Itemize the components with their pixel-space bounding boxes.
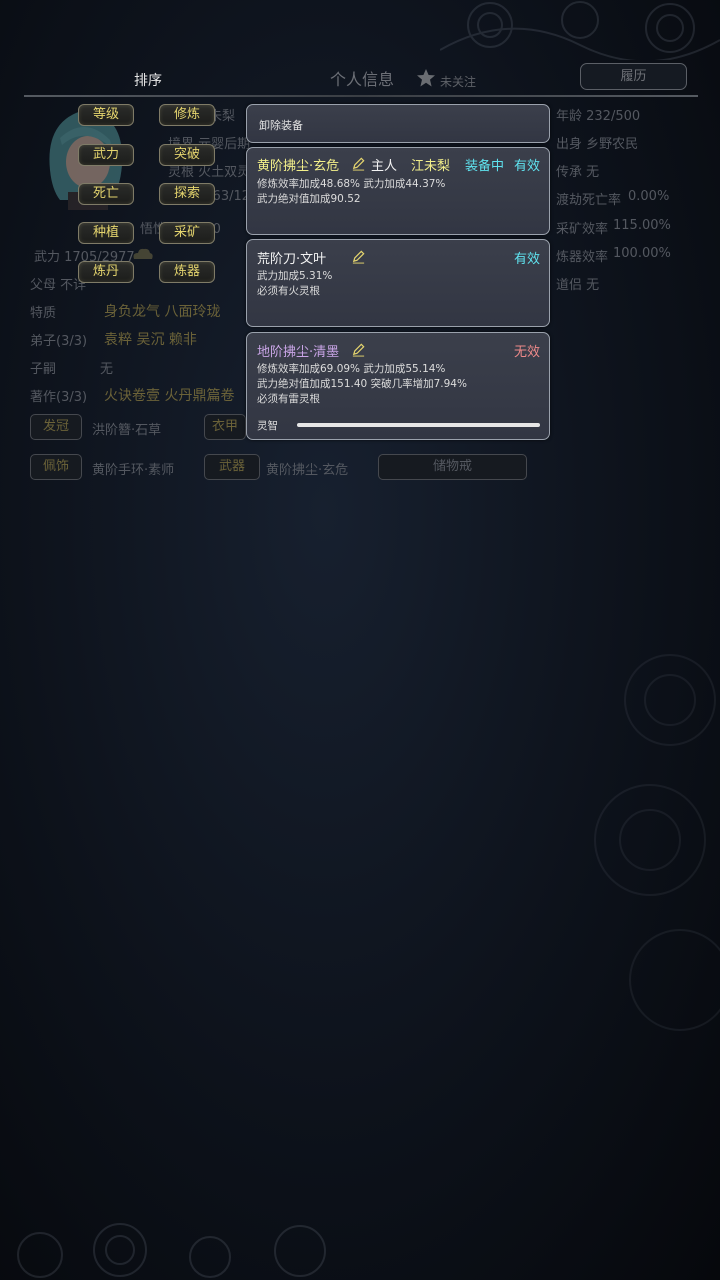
validity-status: 无效 [513, 345, 540, 360]
item-stat-line: 武力加成5.31% [257, 270, 333, 282]
equipment-card[interactable]: 地阶拂尘·清墨 无效 修炼效率加成69.09% 武力加成55.14% 武力绝对值… [246, 332, 550, 440]
traits-value: 身负龙气 八面玲珑 [104, 304, 221, 320]
equipment-card[interactable]: 荒阶刀·文叶 有效 武力加成5.31% 必须有火灵根 [246, 239, 550, 327]
page-title: 个人信息 [329, 70, 394, 89]
item-stat-line: 武力绝对值加成151.40 突破几率增加7.94% [257, 378, 467, 390]
item-stat-line: 修炼效率加成69.09% 武力加成55.14% [257, 363, 446, 375]
forge-label: 炼器效率 [556, 250, 609, 265]
sort-alchemy-button[interactable]: 炼丹 [78, 261, 134, 283]
traits-label: 特质 [30, 306, 57, 321]
pencil-icon[interactable] [351, 156, 366, 171]
item-stat-line: 武力绝对值加成90.52 [257, 193, 361, 205]
weapon-item: 黄阶拂尘·玄危 [266, 463, 349, 478]
heir-value: 无 [100, 362, 114, 377]
star-icon[interactable] [416, 68, 436, 88]
item-stat-line: 修炼效率加成48.68% 武力加成44.37% [257, 178, 446, 190]
age-text: 年龄 232/500 [556, 109, 641, 124]
sort-mining-button[interactable]: 采矿 [159, 222, 215, 244]
inheritance-text: 传承 无 [556, 165, 600, 180]
header-divider [24, 95, 698, 97]
works-label: 著作(3/3) [30, 390, 88, 405]
sort-breakthrough-button[interactable]: 突破 [159, 144, 215, 166]
owner-name: 江未梨 [411, 159, 451, 174]
item-name: 黄阶拂尘·玄危 [257, 159, 340, 174]
mining-value: 115.00% [613, 218, 671, 233]
item-requirement: 必须有雷灵根 [257, 393, 320, 405]
accessory-item: 黄阶手环·素师 [92, 463, 175, 478]
validity-status: 有效 [513, 159, 540, 174]
origin-text: 出身 乡野农民 [556, 137, 639, 152]
storage-ring-button[interactable]: 储物戒 [378, 454, 527, 480]
heir-label: 子嗣 [30, 362, 57, 377]
crown-slot-button[interactable]: 发冠 [30, 414, 82, 440]
sort-planting-button[interactable]: 种植 [78, 222, 134, 244]
accessory-slot-button[interactable]: 佩饰 [30, 454, 82, 480]
sort-power-button[interactable]: 武力 [78, 144, 134, 166]
equipped-status: 装备中 [465, 159, 505, 174]
sort-death-button[interactable]: 死亡 [78, 183, 134, 205]
equipment-card[interactable]: 黄阶拂尘·玄危 主人 江未梨 装备中 有效 修炼效率加成48.68% 武力加成4… [246, 147, 550, 235]
sort-cultivation-button[interactable]: 修炼 [159, 104, 215, 126]
sort-forging-button[interactable]: 炼器 [159, 261, 215, 283]
sort-level-button[interactable]: 等级 [78, 104, 134, 126]
works-value[interactable]: 火诀卷壹 火丹鼎篇卷 [104, 385, 234, 405]
unequip-label: 卸除装备 [259, 119, 303, 132]
item-requirement: 必须有火灵根 [257, 285, 320, 297]
robe-slot-button[interactable]: 衣甲 [204, 414, 246, 440]
follow-status[interactable]: 未关注 [440, 73, 476, 90]
disciples-label: 弟子(3/3) [30, 334, 88, 349]
sort-explore-button[interactable]: 探索 [159, 183, 215, 205]
unequip-button[interactable]: 卸除装备 [246, 104, 550, 143]
pencil-icon[interactable] [351, 342, 366, 357]
item-name: 地阶拂尘·清墨 [257, 345, 340, 360]
owner-label: 主人 [371, 159, 398, 174]
item-name: 荒阶刀·文叶 [257, 252, 327, 267]
decorative-pattern-right [594, 654, 720, 1031]
weapon-slot-button[interactable]: 武器 [204, 454, 260, 480]
disciples-value[interactable]: 袁粹 吴沉 赖非 [104, 329, 197, 349]
cloud-icon [133, 248, 153, 259]
validity-status: 有效 [513, 252, 540, 267]
dao-partner-text: 道侣 无 [556, 278, 600, 293]
death-rate-label: 渡劫死亡率 [556, 193, 622, 208]
mining-label: 采矿效率 [556, 222, 609, 237]
death-rate-value: 0.00% [628, 189, 670, 204]
sort-label: 排序 [134, 73, 162, 89]
forge-value: 100.00% [613, 246, 671, 261]
spirit-label: 灵智 [257, 420, 278, 432]
decorative-pattern-bottom [17, 1223, 326, 1278]
pencil-icon[interactable] [351, 249, 366, 264]
history-button[interactable]: 履历 [580, 63, 687, 90]
spirit-progress-bar [297, 423, 540, 427]
decorative-pattern-top [440, 1, 720, 60]
crown-item: 洪阶簪·石草 [92, 423, 162, 438]
